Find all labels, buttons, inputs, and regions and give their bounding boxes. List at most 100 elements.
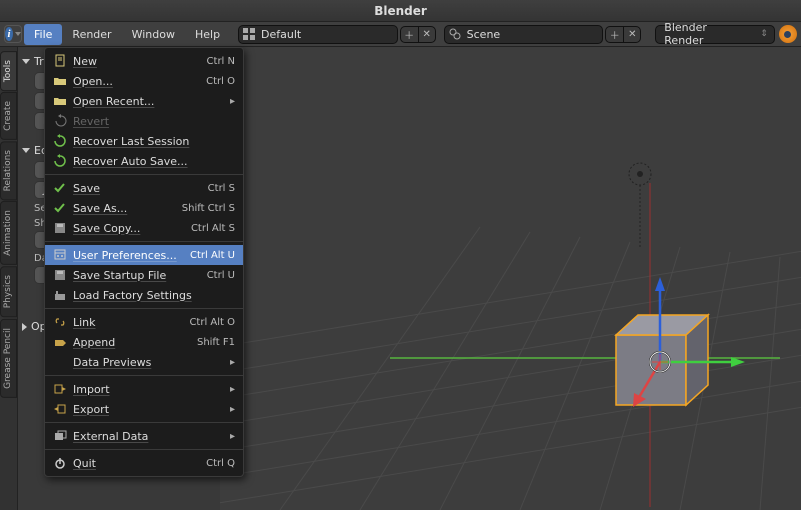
file-menu-append[interactable]: AppendShift F1 [45, 332, 243, 352]
3d-viewport[interactable] [220, 47, 801, 510]
toolshelf-tab-create[interactable]: Create [0, 92, 17, 140]
menu-item-label: New [73, 55, 207, 68]
menu-item-label: Quit [73, 457, 206, 470]
caret-right-icon [22, 323, 27, 331]
menu-item-label: Save [73, 182, 208, 195]
render-engine-selector[interactable]: Blender Render ⇕ [655, 25, 775, 44]
prefs-icon [51, 247, 69, 263]
menu-item-label: Load Factory Settings [73, 289, 235, 302]
file-menu-revert: Revert [45, 111, 243, 131]
menu-item-label: Append [73, 336, 197, 349]
menu-item-label: Open... [73, 75, 206, 88]
file-menu-recover-auto[interactable]: Recover Auto Save... [45, 151, 243, 171]
file-menu-save[interactable]: SaveCtrl S [45, 178, 243, 198]
revert-icon [51, 113, 69, 129]
menu-item-label: Save Startup File [73, 269, 207, 282]
file-menu-external-data[interactable]: External Data▸ [45, 426, 243, 446]
file-menu-load-factory[interactable]: Load Factory Settings [45, 285, 243, 305]
menu-render[interactable]: Render [62, 24, 121, 45]
caret-down-icon [22, 148, 30, 153]
menu-item-label: Data Previews [73, 356, 230, 369]
file-menu-open-recent[interactable]: Open Recent...▸ [45, 91, 243, 111]
render-engine-label: Blender Render [656, 21, 754, 47]
menu-help[interactable]: Help [185, 24, 230, 45]
file-menu-user-prefs[interactable]: User Preferences...Ctrl Alt U [45, 245, 243, 265]
menu-item-label: Export [73, 403, 230, 416]
menu-separator [45, 241, 243, 242]
file-menu-save-startup[interactable]: Save Startup FileCtrl U [45, 265, 243, 285]
recover-icon [51, 153, 69, 169]
file-menu-export[interactable]: Export▸ [45, 399, 243, 419]
info-icon: i [5, 27, 13, 41]
power-icon [51, 455, 69, 471]
submenu-arrow-icon: ▸ [230, 384, 235, 395]
screen-layout-selector[interactable]: Default [238, 25, 398, 44]
file-menu-recover-last[interactable]: Recover Last Session [45, 131, 243, 151]
menu-file[interactable]: File [24, 24, 62, 45]
menu-separator [45, 308, 243, 309]
toolshelf-tab-tools[interactable]: Tools [0, 51, 17, 91]
submenu-arrow-icon: ▸ [230, 431, 235, 442]
menu-item-label: Import [73, 383, 230, 396]
menu-item-shortcut: Ctrl N [207, 56, 235, 67]
lamp-object [629, 163, 651, 247]
external-icon [51, 428, 69, 444]
append-icon [51, 334, 69, 350]
toolshelf-tab-physics[interactable]: Physics [0, 266, 17, 317]
screen-layout-label: Default [259, 28, 397, 41]
submenu-arrow-icon: ▸ [230, 96, 235, 107]
toolshelf-tab-animation[interactable]: Animation [0, 201, 17, 265]
menu-item-shortcut: Ctrl Alt O [189, 317, 235, 328]
folder-open-icon [51, 73, 69, 89]
scene-label: Scene [465, 28, 603, 41]
menu-item-shortcut: Ctrl S [208, 183, 235, 194]
recover-icon [51, 133, 69, 149]
layout-remove-button[interactable]: ✕ [418, 26, 436, 43]
menu-separator [45, 449, 243, 450]
default-cube [616, 315, 708, 405]
menu-item-label: User Preferences... [73, 249, 190, 262]
file-menu-quit[interactable]: QuitCtrl Q [45, 453, 243, 473]
toolshelf-tab-grease-pencil[interactable]: Grease Pencil [0, 319, 17, 398]
file-menu-data-previews[interactable]: Data Previews▸ [45, 352, 243, 372]
menu-window[interactable]: Window [122, 24, 185, 45]
main-header: i FileRenderWindowHelp Default ＋ ✕ Scene… [0, 22, 801, 47]
import-icon [51, 381, 69, 397]
window-titlebar: Blender [0, 0, 801, 22]
export-icon [51, 401, 69, 417]
file-menu-open[interactable]: Open...Ctrl O [45, 71, 243, 91]
scene-selector[interactable]: Scene [444, 25, 604, 44]
menubar: FileRenderWindowHelp [24, 24, 230, 45]
file-menu-dropdown: NewCtrl NOpen...Ctrl OOpen Recent...▸Rev… [44, 47, 244, 477]
toolshelf-tab-relations[interactable]: Relations [0, 141, 17, 200]
scene-remove-button[interactable]: ✕ [623, 26, 641, 43]
caret-down-icon [22, 59, 30, 64]
menu-item-label: Open Recent... [73, 95, 230, 108]
folder-open-icon [51, 93, 69, 109]
chevron-down-icon [15, 32, 21, 36]
file-menu-save-as[interactable]: Save As...Shift Ctrl S [45, 198, 243, 218]
menu-item-label: Recover Auto Save... [73, 155, 235, 168]
file-menu-new[interactable]: NewCtrl N [45, 51, 243, 71]
file-menu-save-copy[interactable]: Save Copy...Ctrl Alt S [45, 218, 243, 238]
layout-add-button[interactable]: ＋ [400, 26, 418, 43]
disk-icon [51, 267, 69, 283]
window-title: Blender [374, 4, 427, 18]
menu-item-label: Link [73, 316, 189, 329]
file-menu-link[interactable]: LinkCtrl Alt O [45, 312, 243, 332]
blender-logo-icon [779, 25, 797, 43]
submenu-arrow-icon: ▸ [230, 357, 235, 368]
toolshelf-tabs: ToolsCreateRelationsAnimationPhysics Grea… [0, 47, 18, 510]
viewport-canvas [220, 47, 801, 510]
doc-new-icon [51, 53, 69, 69]
blank-icon [51, 354, 69, 370]
link-icon [51, 314, 69, 330]
menu-separator [45, 375, 243, 376]
scene-icon [445, 27, 465, 41]
submenu-arrow-icon: ▸ [230, 404, 235, 415]
scene-add-button[interactable]: ＋ [605, 26, 623, 43]
menu-separator [45, 422, 243, 423]
editor-type-selector[interactable]: i [4, 25, 22, 43]
file-menu-import[interactable]: Import▸ [45, 379, 243, 399]
check-icon [51, 200, 69, 216]
